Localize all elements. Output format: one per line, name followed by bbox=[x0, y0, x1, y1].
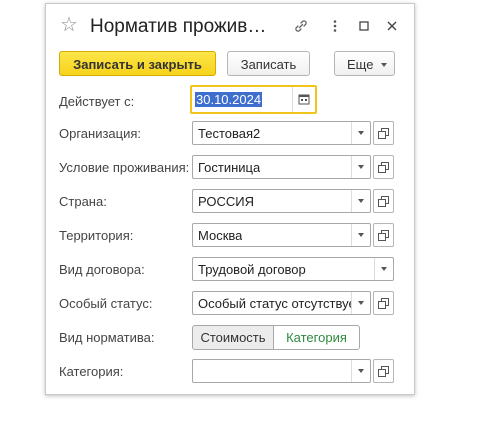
form-window: ☆ Норматив прожив… Записать и закрыть За… bbox=[45, 3, 415, 395]
open-icon[interactable] bbox=[373, 189, 394, 213]
category-field[interactable] bbox=[192, 359, 371, 383]
territory-field[interactable]: Москва bbox=[192, 223, 371, 247]
effective-date-value: 30.10.2024 bbox=[195, 92, 263, 107]
special-status-label: Особый статус: bbox=[59, 296, 153, 311]
norm-type-option-category[interactable]: Категория bbox=[273, 325, 360, 350]
norm-type-label: Вид норматива: bbox=[59, 330, 155, 345]
country-field[interactable]: РОССИЯ bbox=[192, 189, 371, 213]
chevron-down-icon[interactable] bbox=[351, 156, 370, 178]
chevron-down-icon[interactable] bbox=[351, 122, 370, 144]
territory-value: Москва bbox=[198, 228, 243, 243]
row-organization: Организация: Тестовая2 bbox=[46, 121, 414, 147]
territory-label: Территория: bbox=[59, 228, 134, 243]
row-contract-type: Вид договора: Трудовой договор bbox=[46, 257, 414, 283]
link-icon[interactable] bbox=[292, 18, 310, 36]
chevron-down-icon[interactable] bbox=[351, 360, 370, 382]
accommodation-label: Условие проживания: bbox=[59, 160, 190, 175]
more-vertical-icon[interactable] bbox=[326, 18, 344, 36]
maximize-icon[interactable] bbox=[355, 18, 373, 36]
row-accommodation: Условие проживания: Гостиница bbox=[46, 155, 414, 181]
chevron-down-icon bbox=[381, 63, 387, 67]
row-effective-date: Действует с: 30.10.2024 bbox=[46, 85, 414, 114]
chevron-down-icon[interactable] bbox=[351, 190, 370, 212]
star-icon[interactable]: ☆ bbox=[60, 15, 78, 35]
chevron-down-icon[interactable] bbox=[351, 292, 370, 314]
norm-type-option-cost[interactable]: Стоимость bbox=[192, 325, 274, 350]
contract-type-label: Вид договора: bbox=[59, 262, 145, 277]
save-and-close-button[interactable]: Записать и закрыть bbox=[59, 51, 216, 76]
command-bar: Записать и закрыть Записать Еще bbox=[46, 50, 414, 80]
accommodation-field[interactable]: Гостиница bbox=[192, 155, 371, 179]
organization-field[interactable]: Тестовая2 bbox=[192, 121, 371, 145]
contract-type-value: Трудовой договор bbox=[198, 262, 306, 277]
row-country: Страна: РОССИЯ bbox=[46, 189, 414, 215]
category-label: Категория: bbox=[59, 364, 124, 379]
effective-date-label: Действует с: bbox=[59, 94, 135, 109]
row-norm-type: Вид норматива: Стоимость Категория bbox=[46, 325, 414, 351]
more-label: Еще bbox=[347, 57, 374, 72]
calendar-icon[interactable] bbox=[292, 87, 315, 112]
open-icon[interactable] bbox=[373, 223, 394, 247]
country-label: Страна: bbox=[59, 194, 107, 209]
organization-value: Тестовая2 bbox=[198, 126, 261, 141]
row-special-status: Особый статус: Особый статус отсутствует bbox=[46, 291, 414, 317]
effective-date-field[interactable]: 30.10.2024 bbox=[190, 85, 317, 114]
chevron-down-icon[interactable] bbox=[374, 258, 393, 280]
special-status-value: Особый статус отсутствует bbox=[198, 296, 351, 311]
organization-label: Организация: bbox=[59, 126, 142, 141]
country-value: РОССИЯ bbox=[198, 194, 255, 209]
open-icon[interactable] bbox=[373, 155, 394, 179]
window-title: Норматив прожив… bbox=[90, 16, 267, 37]
row-territory: Территория: Москва bbox=[46, 223, 414, 249]
chevron-down-icon[interactable] bbox=[351, 224, 370, 246]
more-button[interactable]: Еще bbox=[334, 51, 395, 76]
open-icon[interactable] bbox=[373, 291, 394, 315]
open-icon[interactable] bbox=[373, 121, 394, 145]
title-bar: ☆ Норматив прожив… bbox=[46, 4, 414, 48]
accommodation-value: Гостиница bbox=[198, 160, 261, 175]
save-button[interactable]: Записать bbox=[227, 51, 310, 76]
row-category: Категория: bbox=[46, 359, 414, 385]
close-icon[interactable] bbox=[383, 18, 401, 36]
open-icon[interactable] bbox=[373, 359, 394, 383]
special-status-field[interactable]: Особый статус отсутствует bbox=[192, 291, 371, 315]
contract-type-field[interactable]: Трудовой договор bbox=[192, 257, 394, 281]
